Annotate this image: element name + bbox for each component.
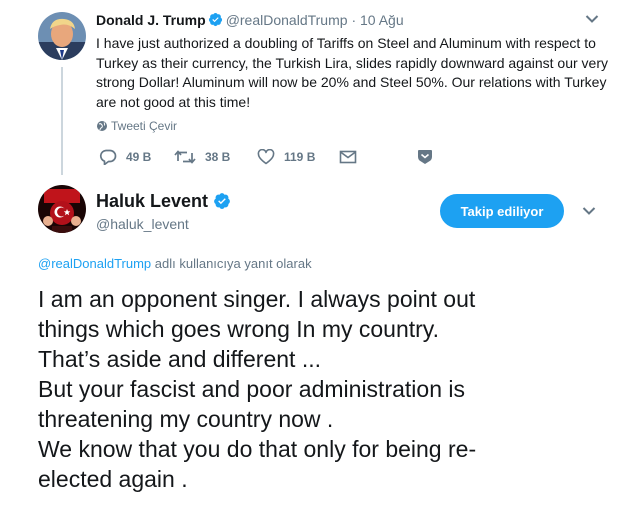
reply-text-line: We know that you do that only for being …	[38, 436, 477, 462]
following-button[interactable]: Takip ediliyor	[440, 194, 564, 228]
tweet-timestamp[interactable]: 10 Ağu	[360, 12, 404, 28]
retweet-count: 38 B	[205, 150, 231, 164]
verified-badge-icon	[214, 193, 230, 209]
replying-to-context: @realDonaldTrump adlı kullanıcıya yanıt …	[38, 256, 312, 272]
reply-text-line: I am an opponent singer. I always point …	[38, 286, 476, 312]
parent-tweet-header: Donald J. Trump @realDonaldTrump · 10 Ağu	[96, 11, 404, 29]
reply-author-handle[interactable]: @haluk_levent	[96, 215, 189, 233]
chevron-down-icon[interactable]	[582, 206, 596, 216]
reply-tweet-text: I am an opponent singer. I always point …	[38, 284, 598, 494]
reply-count: 49 B	[126, 150, 152, 164]
reply-button[interactable]: 49 B	[99, 147, 151, 167]
header-separator: ·	[351, 12, 357, 28]
haluk-levent-avatar[interactable]	[38, 185, 86, 233]
like-count: 119 B	[284, 150, 316, 164]
translate-label: Tweeti Çevir	[111, 119, 178, 133]
retweet-icon	[174, 150, 196, 164]
reply-text-line: elected again .	[38, 466, 188, 492]
heart-icon	[257, 149, 275, 165]
reply-text-line: things which goes wrong In my country.	[38, 316, 439, 342]
envelope-icon	[339, 150, 357, 164]
like-button[interactable]: 119 B	[257, 147, 315, 167]
parent-tweet[interactable]: Donald J. Trump @realDonaldTrump · 10 Ağu…	[0, 0, 636, 178]
reply-text-line: But your fascist and poor administration…	[38, 376, 465, 402]
direct-message-button[interactable]	[339, 147, 366, 167]
reply-text-line: threatening my country now .	[38, 406, 334, 432]
thread-connector-line	[61, 67, 63, 175]
replying-to-mention-link[interactable]: @realDonaldTrump	[38, 256, 151, 271]
verified-badge-icon	[208, 12, 222, 27]
reply-icon	[99, 149, 117, 165]
author-handle[interactable]: @realDonaldTrump	[226, 12, 348, 28]
bookmark-icon	[418, 150, 432, 164]
translate-tweet-link[interactable]: Tweeti Çevir	[96, 118, 177, 134]
globe-icon	[97, 121, 107, 131]
replying-to-suffix: adlı kullanıcıya yanıt olarak	[151, 256, 312, 271]
reply-author-name[interactable]: Haluk Levent	[96, 190, 234, 212]
author-name[interactable]: Donald J. Trump	[96, 12, 206, 28]
trump-avatar[interactable]	[38, 12, 86, 60]
chevron-down-icon[interactable]	[585, 14, 599, 24]
reply-author-name-text: Haluk Levent	[96, 191, 209, 211]
retweet-button[interactable]: 38 B	[174, 147, 230, 167]
reply-text-line: That’s aside and different ...	[38, 346, 321, 372]
save-button[interactable]	[416, 147, 443, 167]
parent-tweet-text: I have just authorized a doubling of Tar…	[96, 35, 608, 110]
